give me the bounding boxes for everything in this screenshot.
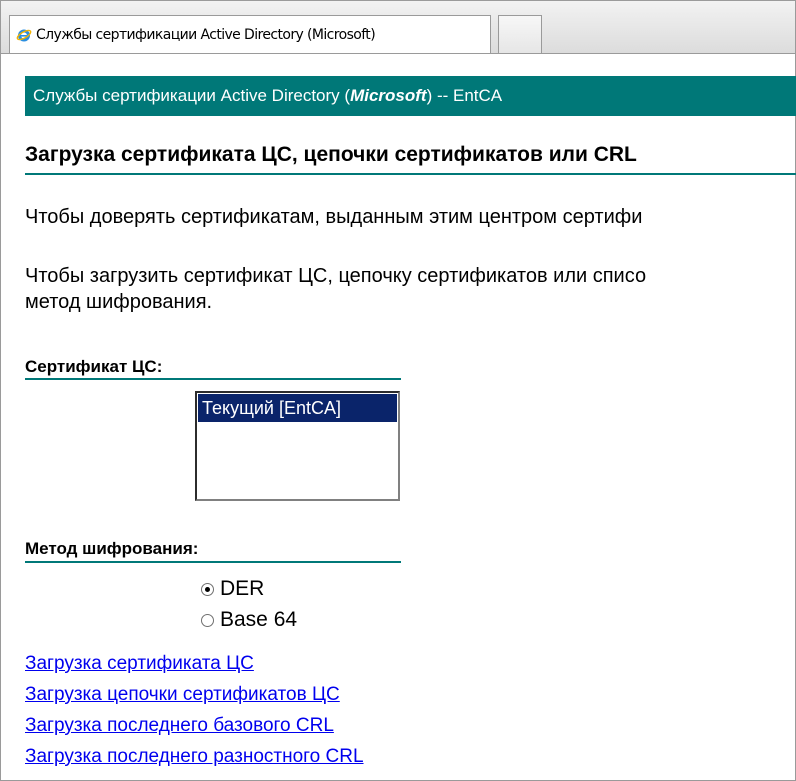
ca-certificate-listbox[interactable]: Текущий [EntCA] xyxy=(195,391,400,501)
listbox-item-current[interactable]: Текущий [EntCA] xyxy=(198,394,397,422)
banner-prefix: Службы сертификации Active Directory ( xyxy=(33,86,351,105)
download-paragraph-line2: метод шифрования. xyxy=(25,291,213,313)
new-tab-button[interactable] xyxy=(498,15,542,53)
download-delta-crl-link[interactable]: Загрузка последнего разностного CRL xyxy=(25,746,364,768)
download-ca-cert-link[interactable]: Загрузка сертификата ЦС xyxy=(25,653,254,675)
browser-window: Службы сертификации Active Directory (Mi… xyxy=(0,0,796,781)
radio-base64[interactable]: Base 64 xyxy=(201,608,297,632)
radio-der-label: DER xyxy=(220,577,265,600)
encoding-method-label: Метод шифрования: xyxy=(25,539,199,558)
tab-bar: Службы сертификации Active Directory (Mi… xyxy=(1,1,795,54)
radio-checked-icon[interactable] xyxy=(201,582,214,596)
download-base-crl-link[interactable]: Загрузка последнего базового CRL xyxy=(25,715,334,737)
page-title: Загрузка сертификата ЦС, цепочки сертифи… xyxy=(25,143,637,166)
tab-title: Службы сертификации Active Directory (Mi… xyxy=(36,26,376,43)
banner-suffix: ) -- EntCA xyxy=(426,86,503,105)
radio-der[interactable]: DER xyxy=(201,577,264,601)
ca-certificate-label: Сертификат ЦС: xyxy=(25,357,163,376)
title-underline xyxy=(25,173,796,175)
service-banner: Службы сертификации Active Directory (Mi… xyxy=(25,76,796,116)
download-ca-chain-link[interactable]: Загрузка цепочки сертификатов ЦС xyxy=(25,684,340,706)
radio-unchecked-icon[interactable] xyxy=(201,613,214,627)
internet-explorer-icon xyxy=(16,27,32,43)
tab-active[interactable]: Службы сертификации Active Directory (Mi… xyxy=(9,15,491,53)
trust-paragraph: Чтобы доверять сертификатам, выданным эт… xyxy=(25,206,643,228)
encoding-method-underline xyxy=(25,561,401,563)
download-paragraph-line1: Чтобы загрузить сертификат ЦС, цепочку с… xyxy=(25,265,647,287)
radio-base64-label: Base 64 xyxy=(220,608,298,631)
ca-certificate-underline xyxy=(25,378,401,380)
banner-brand: Microsoft xyxy=(350,86,427,105)
